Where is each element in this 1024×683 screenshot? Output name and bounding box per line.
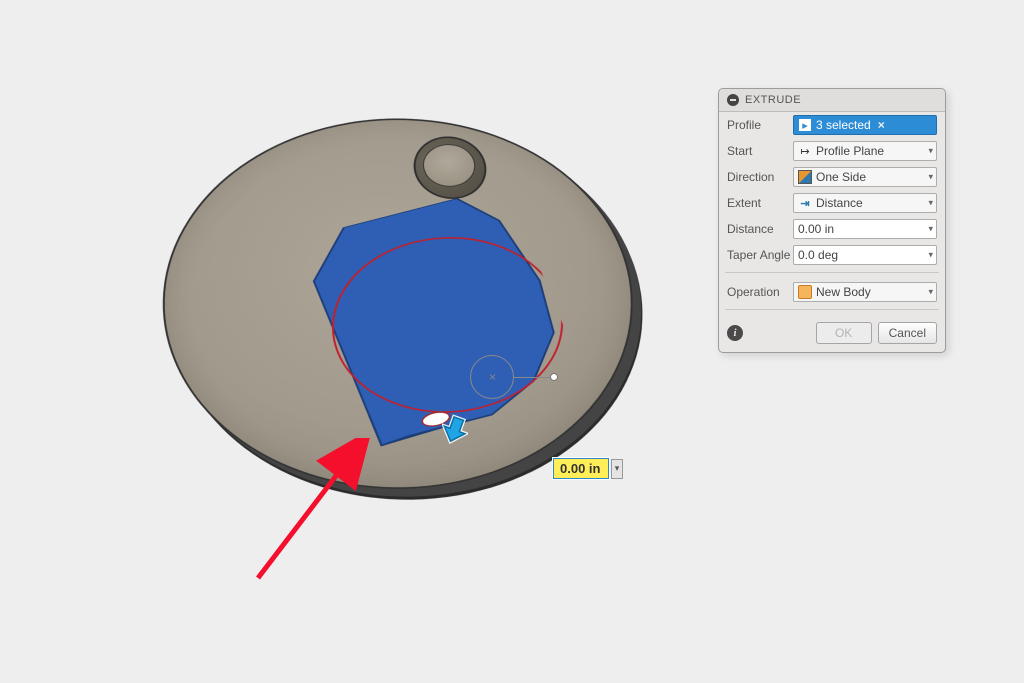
profile-count: 3 selected xyxy=(816,118,871,132)
chevron-down-icon: ▾ xyxy=(928,250,933,261)
profile-plane-icon xyxy=(798,144,812,158)
profile-selection[interactable]: ▸ 3 selected × xyxy=(793,115,937,135)
label-profile: Profile xyxy=(727,118,793,132)
panel-title: EXTRUDE xyxy=(745,94,801,106)
taper-value: 0.0 deg xyxy=(798,248,838,262)
chevron-down-icon: ▾ xyxy=(928,172,933,183)
row-extent: Extent Distance ▾ xyxy=(719,190,945,216)
label-taper: Taper Angle xyxy=(727,248,793,262)
label-operation: Operation xyxy=(727,285,793,299)
chevron-down-icon: ▾ xyxy=(928,224,933,235)
panel-divider xyxy=(725,272,939,273)
chevron-down-icon: ▾ xyxy=(928,287,933,298)
new-body-icon xyxy=(798,285,812,299)
manipulator-axis[interactable] xyxy=(514,377,554,378)
panel-header[interactable]: EXTRUDE xyxy=(719,89,945,112)
manipulator-handle[interactable] xyxy=(550,373,558,381)
direction-dropdown[interactable]: One Side ▾ xyxy=(793,167,937,187)
taper-input[interactable]: 0.0 deg ▾ xyxy=(793,245,937,265)
label-start: Start xyxy=(727,144,793,158)
operation-dropdown[interactable]: New Body ▾ xyxy=(793,282,937,302)
row-operation: Operation New Body ▾ xyxy=(719,279,945,305)
chevron-down-icon: ▾ xyxy=(928,198,933,209)
label-extent: Extent xyxy=(727,196,793,210)
label-distance: Distance xyxy=(727,222,793,236)
annotation-arrow xyxy=(238,438,398,598)
one-side-icon xyxy=(798,170,812,184)
row-distance: Distance 0.00 in ▾ xyxy=(719,216,945,242)
row-taper: Taper Angle 0.0 deg ▾ xyxy=(719,242,945,268)
panel-divider xyxy=(725,309,939,310)
ok-button[interactable]: OK xyxy=(816,322,872,344)
distance-input[interactable]: 0.00 in ▾ xyxy=(793,219,937,239)
extent-value: Distance xyxy=(816,196,863,210)
inline-distance-input[interactable]: 0.00 in ▾ xyxy=(553,458,623,479)
distance-value: 0.00 in xyxy=(798,222,834,236)
model-body-disc[interactable] xyxy=(102,65,729,574)
manipulator-center-icon: × xyxy=(489,370,496,384)
row-profile: Profile ▸ 3 selected × xyxy=(719,112,945,138)
inline-distance-stepper[interactable]: ▾ xyxy=(611,459,623,479)
chevron-down-icon: ▾ xyxy=(928,146,933,157)
label-direction: Direction xyxy=(727,170,793,184)
direction-arrow-icon[interactable] xyxy=(442,414,468,444)
extent-dropdown[interactable]: Distance ▾ xyxy=(793,193,937,213)
info-icon[interactable]: i xyxy=(727,325,743,341)
start-dropdown[interactable]: Profile Plane ▾ xyxy=(793,141,937,161)
operation-value: New Body xyxy=(816,285,871,299)
cursor-select-icon: ▸ xyxy=(798,118,812,132)
start-value: Profile Plane xyxy=(816,144,884,158)
distance-icon xyxy=(798,196,812,210)
inline-distance-field[interactable]: 0.00 in xyxy=(553,458,609,479)
collapse-icon[interactable] xyxy=(727,94,739,106)
clear-selection-button[interactable]: × xyxy=(875,118,888,132)
row-start: Start Profile Plane ▾ xyxy=(719,138,945,164)
row-direction: Direction One Side ▾ xyxy=(719,164,945,190)
extrude-panel[interactable]: EXTRUDE Profile ▸ 3 selected × Start Pro… xyxy=(718,88,946,353)
panel-footer: i OK Cancel xyxy=(719,316,945,346)
cancel-button[interactable]: Cancel xyxy=(878,322,937,344)
extrude-manipulator[interactable]: × xyxy=(470,355,550,415)
direction-value: One Side xyxy=(816,170,866,184)
